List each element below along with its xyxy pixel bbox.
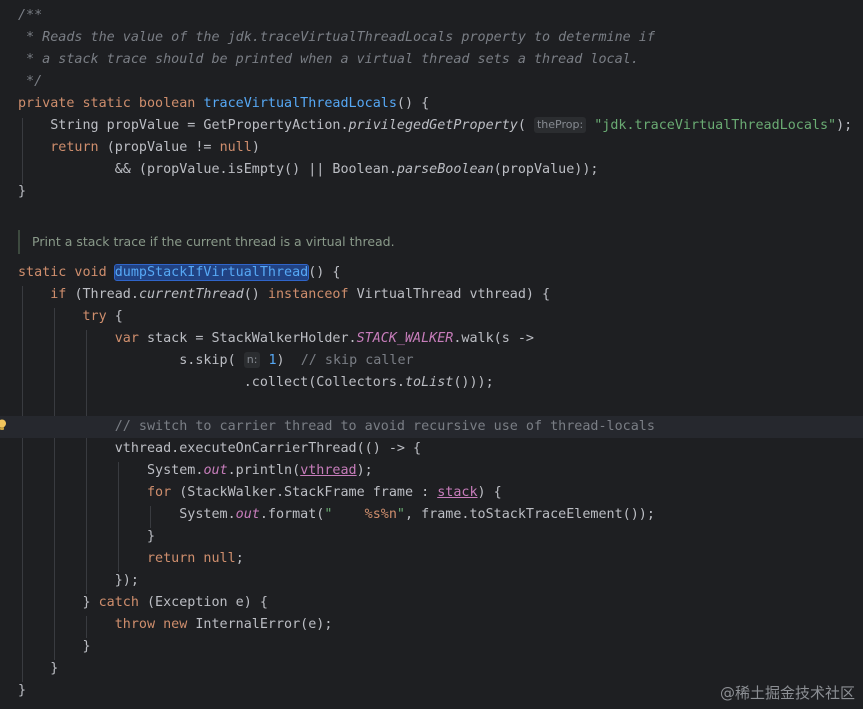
parameter-hint: theProp: — [533, 117, 587, 133]
code-line: for (StackWalker.StackFrame frame : stac… — [147, 485, 502, 500]
doc-comment-line: */ — [18, 74, 43, 89]
current-line: // switch to carrier thread to avoid rec… — [0, 416, 863, 438]
code-line: System.out.println(vthread); — [18, 463, 373, 478]
code-line: } — [18, 529, 156, 544]
code-line: } catch (Exception e) { — [18, 595, 268, 610]
code-line: throw new InternalError(e); — [114, 617, 333, 632]
code-line: static void dumpStackIfVirtualThread() { — [18, 264, 341, 281]
code-line: if (Thread.currentThread() instanceof Vi… — [50, 287, 551, 302]
code-line: } — [18, 639, 91, 654]
rendered-doc-text: Print a stack trace if the current threa… — [32, 234, 395, 249]
code-line: System.out.format(" %s%n", frame.toStack… — [18, 507, 655, 522]
code-line: var stack = StackWalkerHolder.STACK_WALK… — [114, 331, 534, 346]
code-line: } — [18, 661, 59, 676]
code-line: try { — [82, 309, 123, 324]
code-line: String propValue = GetPropertyAction.pri… — [18, 117, 853, 133]
code-line: && (propValue.isEmpty() || Boolean.parse… — [18, 162, 599, 177]
code-line: * a stack trace should be printed when a… — [0, 49, 863, 71]
rendered-doc-comment[interactable]: Print a stack trace if the current threa… — [18, 230, 860, 254]
watermark: @稀土掘金技术社区 — [719, 684, 855, 702]
doc-comment-line: * a stack trace should be printed when a… — [18, 52, 639, 67]
code-line: return (propValue != null) — [50, 140, 260, 155]
lightbulb-icon[interactable] — [0, 419, 7, 431]
doc-comment-line: /** — [18, 8, 43, 23]
code-line: .collect(Collectors.toList())); — [18, 375, 494, 390]
code-line: return null; — [147, 551, 244, 566]
code-line: } — [18, 184, 27, 199]
code-line: s.skip( n: 1) // skip caller — [18, 352, 414, 368]
code-line: }); — [18, 573, 139, 588]
code-line: */ — [0, 71, 863, 93]
code-line: /** — [0, 5, 863, 27]
code-line: vthread.executeOnCarrierThread(() -> { — [18, 441, 422, 456]
code-line: private static boolean traceVirtualThrea… — [18, 96, 430, 111]
parameter-hint: n: — [243, 352, 261, 368]
code-line: * Reads the value of the jdk.traceVirtua… — [0, 27, 863, 49]
method-name-highlighted[interactable]: dumpStackIfVirtualThread — [113, 264, 310, 281]
code-editor[interactable]: /** * Reads the value of the jdk.traceVi… — [0, 0, 863, 709]
method-name[interactable]: traceVirtualThreadLocals — [203, 96, 396, 111]
doc-comment-line: * Reads the value of the jdk.traceVirtua… — [18, 30, 655, 45]
